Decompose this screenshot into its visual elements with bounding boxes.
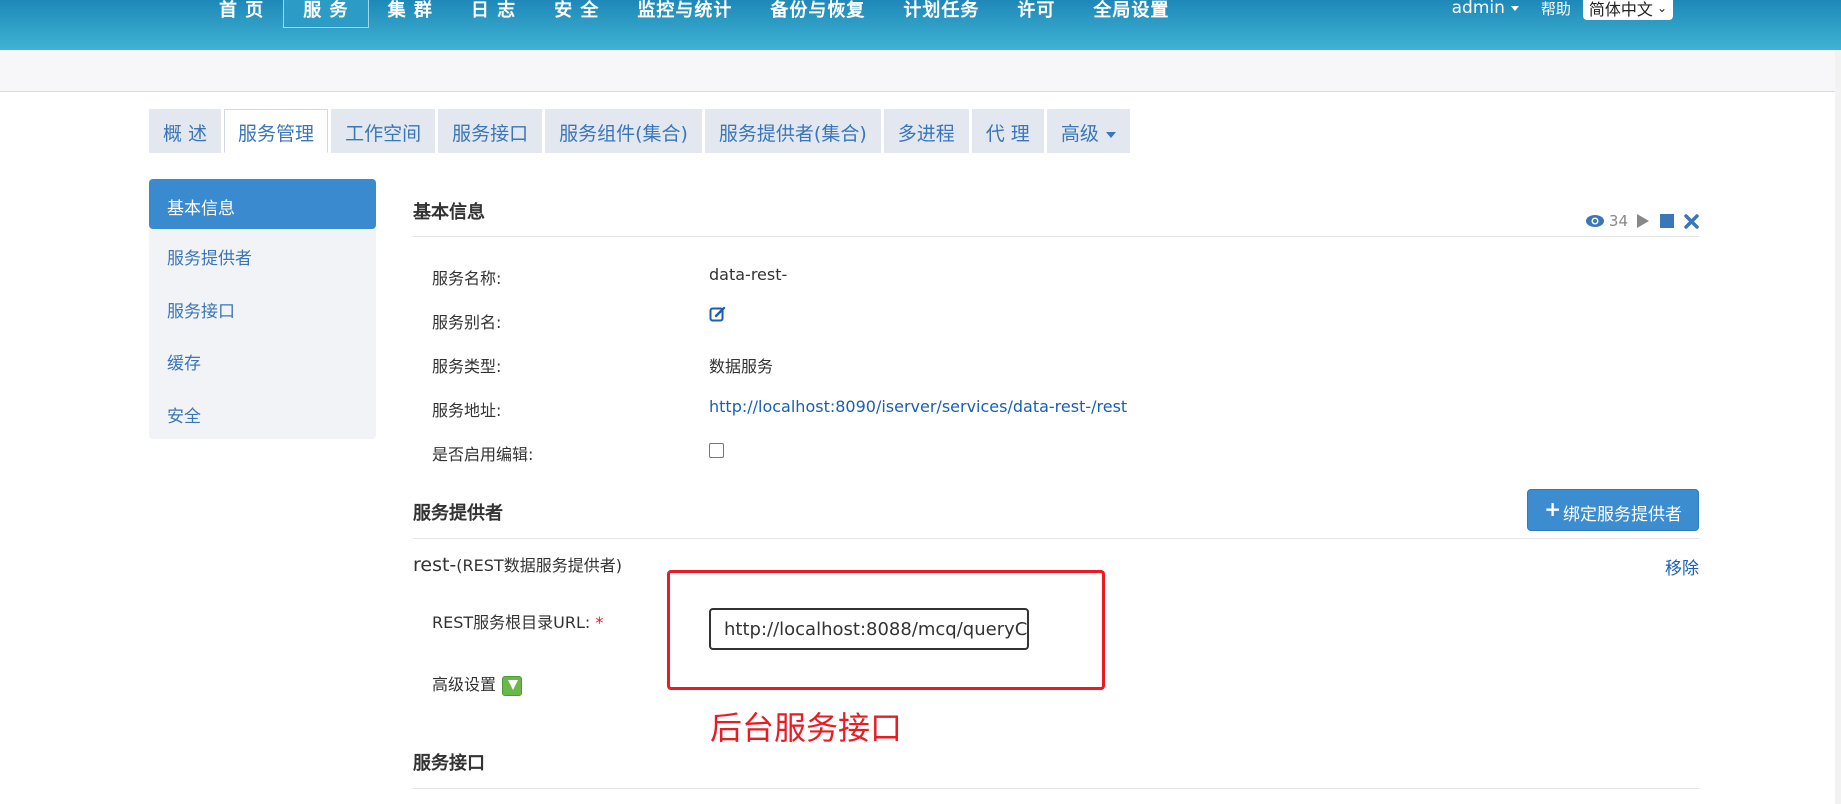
tab-advanced[interactable]: 高级 [1046, 109, 1130, 153]
nav-monitoring[interactable]: 监控与统计 [618, 0, 751, 28]
sidebar-item-security[interactable]: 安全 [149, 387, 376, 440]
sidebar-item-providers[interactable]: 服务提供者 [149, 229, 376, 282]
top-nav: 首 页 服 务 集 群 日 志 安 全 监控与统计 备份与恢复 计划任务 许可 … [200, 0, 1188, 28]
nav-global-settings[interactable]: 全局设置 [1074, 0, 1188, 28]
stop-icon[interactable] [1660, 214, 1674, 228]
service-actions: 34 [1585, 212, 1699, 230]
close-icon[interactable] [1684, 213, 1699, 229]
bind-provider-label: 绑定服务提供者 [1563, 505, 1682, 525]
eye-icon[interactable] [1585, 214, 1605, 228]
field-label-rest-url: REST服务根目录URL: * [432, 609, 603, 633]
service-type-value: 数据服务 [709, 357, 774, 376]
field-label-enable-edit: 是否启用编辑: [432, 445, 534, 464]
nav-home[interactable]: 首 页 [200, 0, 283, 28]
rest-url-label: REST服务根目录URL: [432, 613, 591, 632]
nav-services[interactable]: 服 务 [283, 0, 369, 28]
sidebar-item-cache[interactable]: 缓存 [149, 334, 376, 387]
user-name: admin [1451, 0, 1505, 18]
tab-workspace[interactable]: 工作空间 [331, 109, 436, 153]
caret-down-icon [1105, 131, 1116, 138]
tab-advanced-label: 高级 [1060, 123, 1099, 145]
service-address-link[interactable]: http://localhost:8090/iserver/services/d… [709, 397, 1127, 416]
bind-provider-button[interactable]: + 绑定服务提供者 [1527, 489, 1699, 531]
language-value: 简体中文 [1588, 0, 1653, 19]
nav-cluster[interactable]: 集 群 [369, 0, 452, 28]
download-icon [502, 675, 523, 696]
advanced-settings-label: 高级设置 [432, 675, 497, 694]
caret-down-icon [1510, 5, 1519, 11]
provider-name-row: rest-(REST数据服务提供者) [413, 552, 622, 576]
sidebar: 基本信息 服务提供者 服务接口 缓存 安全 [149, 179, 376, 439]
divider [413, 236, 1699, 237]
field-label-service-alias: 服务别名: [432, 313, 502, 332]
service-tabs: 概 述 服务管理 工作空间 服务接口 服务组件(集合) 服务提供者(集合) 多进… [149, 109, 1133, 153]
nav-logs[interactable]: 日 志 [452, 0, 535, 28]
plus-icon: + [1544, 497, 1561, 521]
nav-backup[interactable]: 备份与恢复 [751, 0, 884, 28]
chevron-down-icon: ⌄ [1656, 1, 1667, 15]
sidebar-item-basic-info[interactable]: 基本信息 [149, 179, 376, 229]
scrollbar[interactable] [1835, 50, 1841, 804]
tab-service-components[interactable]: 服务组件(集合) [545, 109, 702, 153]
remove-provider-link[interactable]: 移除 [1665, 554, 1699, 579]
field-label-service-type: 服务类型: [432, 357, 502, 376]
required-mark: * [595, 613, 604, 632]
divider [413, 538, 1699, 539]
tab-service-management[interactable]: 服务管理 [224, 109, 329, 153]
nav-scheduled-tasks[interactable]: 计划任务 [884, 0, 998, 28]
sidebar-item-interfaces[interactable]: 服务接口 [149, 282, 376, 335]
field-label-service-address: 服务地址: [432, 401, 502, 420]
annotation-label: 后台服务接口 [710, 709, 903, 747]
tab-service-interface[interactable]: 服务接口 [438, 109, 543, 153]
user-menu[interactable]: admin [1452, 0, 1519, 18]
language-select[interactable]: 简体中文 ⌄ [1582, 0, 1673, 20]
help-link[interactable]: 帮助 [1541, 0, 1571, 19]
tab-multiprocess[interactable]: 多进程 [883, 109, 969, 153]
sub-header-bar [0, 50, 1841, 92]
edit-alias-button[interactable] [709, 305, 727, 327]
play-icon[interactable] [1636, 213, 1650, 229]
annotation-highlight-box [667, 570, 1105, 690]
tab-overview[interactable]: 概 述 [149, 109, 222, 153]
provider-type: (REST数据服务提供者) [456, 556, 622, 575]
provider-name: rest- [413, 554, 457, 576]
edit-icon [709, 306, 726, 322]
advanced-settings-toggle[interactable]: 高级设置 [432, 671, 523, 696]
section-title-interfaces: 服务接口 [413, 753, 485, 774]
divider [413, 788, 1699, 789]
field-label-service-name: 服务名称: [432, 269, 502, 288]
section-title-basic-info: 基本信息 [413, 202, 485, 223]
section-title-providers: 服务提供者 [413, 503, 503, 524]
nav-license[interactable]: 许可 [998, 0, 1074, 28]
nav-security[interactable]: 安 全 [535, 0, 618, 28]
service-name-value: data-rest- [709, 265, 788, 284]
tab-proxy[interactable]: 代 理 [971, 109, 1044, 153]
tab-service-providers[interactable]: 服务提供者(集合) [704, 109, 881, 153]
enable-edit-checkbox[interactable] [709, 443, 724, 458]
view-count: 34 [1608, 212, 1628, 230]
top-navigation-bar: 首 页 服 务 集 群 日 志 安 全 监控与统计 备份与恢复 计划任务 许可 … [0, 0, 1841, 50]
top-right-controls: admin 帮助 简体中文 ⌄ [1452, 0, 1673, 20]
